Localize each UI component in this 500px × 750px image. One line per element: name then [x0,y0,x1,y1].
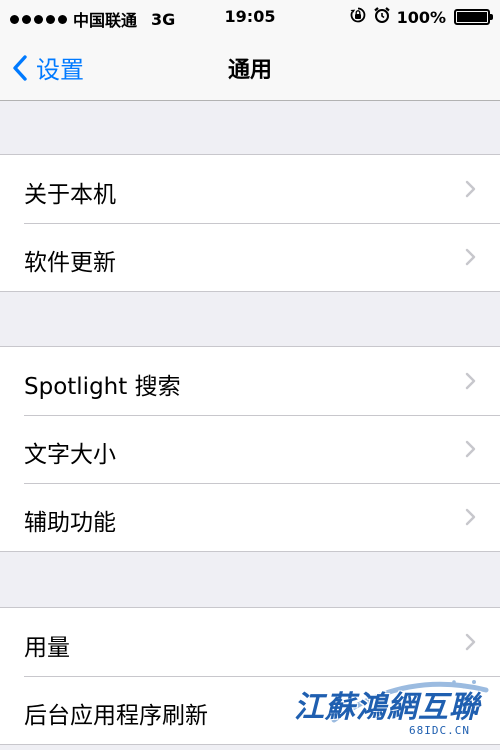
text-size-label: 文字大小 [24,442,116,468]
spotlight-search-cell[interactable]: Spotlight 搜索 [0,347,500,415]
alarm-clock-icon [373,6,391,28]
software-update-label: 软件更新 [24,250,116,276]
usage-label: 用量 [24,635,70,661]
page-title: 通用 [227,58,272,83]
accessibility-cell[interactable]: 辅助功能 [0,483,500,551]
text-size-cell[interactable]: 文字大小 [0,415,500,483]
battery-fill [457,12,487,22]
chevron-right-icon [465,180,476,198]
navigation-bar: 设置 通用 [0,34,500,101]
software-update-cell[interactable]: 软件更新 [0,223,500,291]
chevron-right-icon [465,633,476,651]
status-right: 100% [349,6,493,28]
about-label: 关于本机 [24,182,116,208]
about-cell[interactable]: 关于本机 [0,155,500,223]
spotlight-search-label: Spotlight 搜索 [24,374,181,400]
chevron-right-icon [465,372,476,390]
watermark-logo: 江蘇鴻網互聯 68IDC.CN [294,680,494,746]
accessibility-label: 辅助功能 [24,510,116,536]
background-app-refresh-label: 后台应用程序刷新 [24,703,208,729]
battery-percent: 100% [396,7,446,27]
usage-cell[interactable]: 用量 [0,608,500,676]
rotation-lock-icon [349,6,367,28]
settings-group-1: 关于本机 软件更新 [0,154,500,292]
chevron-right-icon [465,440,476,458]
settings-group-2: Spotlight 搜索 文字大小 辅助功能 [0,346,500,552]
watermark-text: 江蘇鴻網互聯 [294,690,480,725]
watermark-subtext: 68IDC.CN [409,724,470,737]
battery-icon [454,9,493,25]
chevron-right-icon [465,248,476,266]
chevron-right-icon [465,508,476,526]
status-bar: 中国联通 3G 19:05 100% [0,0,500,34]
